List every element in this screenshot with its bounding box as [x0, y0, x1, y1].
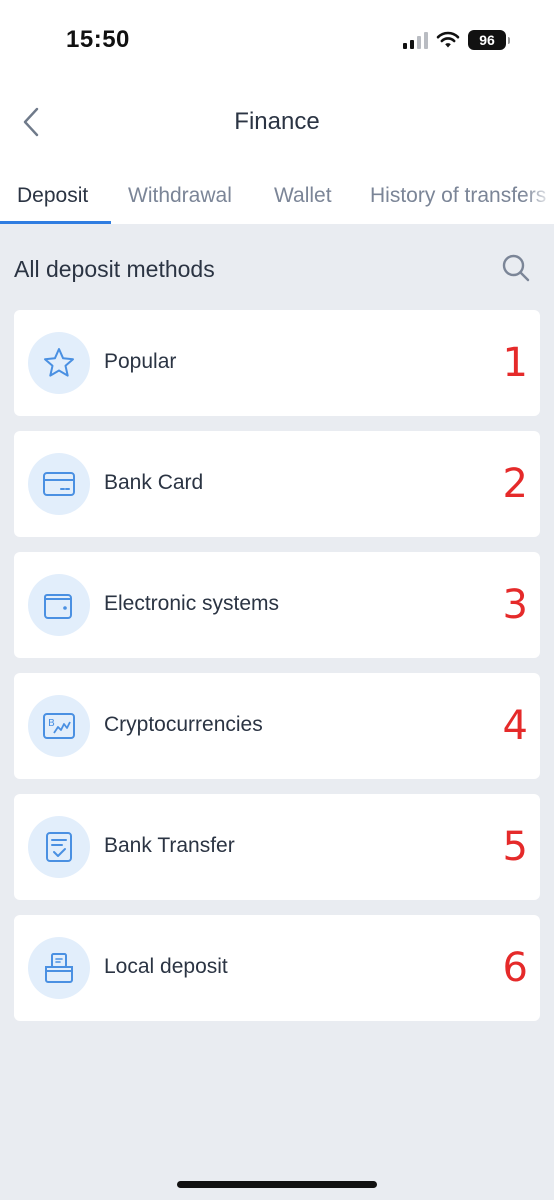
- method-label: Bank Card: [104, 471, 204, 494]
- status-icons: 96: [403, 29, 510, 51]
- search-icon: [502, 254, 530, 282]
- method-label: Bank Transfer: [104, 834, 235, 857]
- tab-bar: Deposit Withdrawal Wallet History of tra…: [0, 164, 554, 224]
- method-icon-circle: [28, 453, 90, 515]
- cellular-signal-icon: [403, 31, 428, 49]
- method-label: Electronic systems: [104, 592, 280, 615]
- wifi-icon: [436, 31, 460, 48]
- tab-wallet[interactable]: Wallet: [274, 184, 332, 208]
- method-icon-circle: [28, 574, 90, 636]
- method-icon-circle: B: [28, 695, 90, 757]
- tabs-fade: [524, 164, 554, 224]
- search-button[interactable]: [500, 252, 532, 284]
- method-card-cryptocurrencies[interactable]: B Cryptocurrencies 4: [14, 673, 540, 779]
- method-label: Local deposit: [104, 955, 228, 978]
- bank-card-icon: [43, 472, 75, 496]
- method-number: 3: [502, 582, 528, 628]
- home-indicator: [177, 1181, 377, 1188]
- page-title: Finance: [234, 108, 320, 135]
- method-number: 2: [502, 461, 528, 507]
- status-bar: 15:50 96: [0, 0, 554, 80]
- method-number: 5: [502, 824, 528, 870]
- nav-bar: Finance: [0, 80, 554, 164]
- method-label: Popular: [104, 350, 177, 373]
- method-number: 6: [502, 945, 528, 991]
- tab-withdrawal[interactable]: Withdrawal: [128, 184, 232, 208]
- method-card-bank-card[interactable]: Bank Card 2: [14, 431, 540, 537]
- local-deposit-icon: [45, 953, 73, 983]
- method-card-local-deposit[interactable]: Local deposit 6: [14, 915, 540, 1021]
- method-number: 4: [502, 703, 528, 749]
- svg-text:B: B: [48, 718, 55, 729]
- star-icon: [44, 348, 74, 377]
- wallet-icon: [44, 594, 72, 619]
- section-header: All deposit methods: [0, 224, 554, 310]
- method-card-electronic-systems[interactable]: Electronic systems 3: [14, 552, 540, 658]
- section-title: All deposit methods: [14, 256, 215, 282]
- battery-tip: [508, 36, 510, 44]
- tab-deposit[interactable]: Deposit: [17, 184, 88, 208]
- method-card-bank-transfer[interactable]: Bank Transfer 5: [14, 794, 540, 900]
- method-card-popular[interactable]: Popular 1: [14, 310, 540, 416]
- method-number: 1: [502, 340, 528, 386]
- tab-history-of-transfers[interactable]: History of transfers: [370, 184, 546, 208]
- method-icon-circle: [28, 937, 90, 999]
- method-icon-circle: [28, 332, 90, 394]
- method-icon-circle: [28, 816, 90, 878]
- deposit-method-list: Popular 1 Bank Card 2 Electronic systems…: [14, 310, 540, 1036]
- status-time: 15:50: [66, 26, 130, 53]
- method-label: Cryptocurrencies: [104, 713, 263, 736]
- battery-icon: 96: [468, 30, 506, 50]
- crypto-icon: B: [43, 713, 75, 739]
- bank-transfer-icon: [46, 832, 72, 862]
